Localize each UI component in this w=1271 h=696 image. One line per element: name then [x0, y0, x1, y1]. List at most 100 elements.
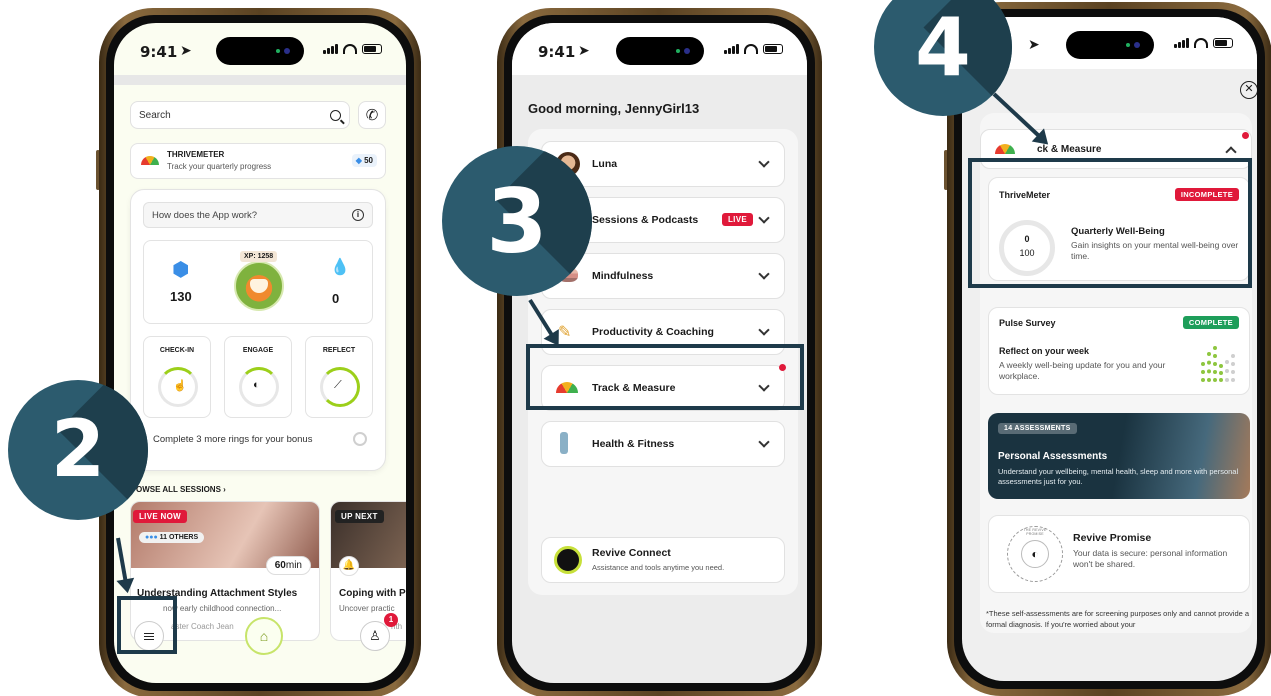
gem-icon: ⬢ — [172, 259, 190, 281]
search-input[interactable]: Search — [130, 101, 350, 129]
menu-item-label: Productivity & Coaching — [592, 326, 714, 338]
bottle-icon — [560, 432, 568, 454]
duration-pill: 60min — [265, 556, 311, 575]
close-icon[interactable]: ✕ — [1240, 81, 1257, 99]
revive-connect-button[interactable]: Revive Connect Assistance and tools anyt… — [541, 537, 785, 583]
menu-item-label: Mindfulness — [592, 270, 654, 282]
points-badge: ◆ 50 — [351, 154, 377, 167]
chevron-down-icon — [758, 156, 770, 168]
bonus-text: Complete 3 more rings for your bonus — [153, 434, 313, 445]
session-coach: aster Coach Jean — [171, 622, 234, 631]
status-bar: 9:41 ➤ — [114, 23, 406, 75]
pulse-chart-icon — [1201, 346, 1235, 382]
up-next-badge: UP NEXT — [335, 510, 384, 523]
pulse-survey-card[interactable]: Pulse Survey COMPLETE Reflect on your we… — [988, 307, 1250, 395]
gauge-icon — [995, 144, 1015, 154]
session-desc: Uncover practic — [339, 604, 395, 613]
card-title: Personal Assessments — [998, 451, 1108, 462]
points-value: 50 — [364, 156, 373, 165]
signal-icon — [1174, 38, 1189, 48]
call-button[interactable]: ✆ — [358, 101, 386, 129]
browse-label: OWSE ALL SESSIONS — [136, 485, 221, 494]
xp-card: ⬢ 130 XP: 1258 💧 0 — [143, 240, 373, 324]
assessments-count-badge: 14 ASSESSMENTS — [998, 423, 1077, 434]
battery-icon — [362, 44, 382, 54]
signal-icon — [724, 44, 739, 54]
card-desc: Your data is secure: personal informatio… — [1073, 548, 1228, 570]
menu-item-label: Luna — [592, 158, 618, 170]
gauge-icon — [141, 156, 159, 165]
ring-checkin[interactable]: CHECK-IN ☝ — [143, 336, 211, 418]
live-badge: LIVE — [722, 213, 753, 226]
chevron-down-icon — [758, 436, 770, 448]
thrivemeter-subtitle: Track your quarterly progress — [167, 162, 272, 171]
thrivemeter-title: THRIVEMETER — [167, 150, 225, 159]
wifi-icon — [744, 44, 758, 54]
menu-item-label: Health & Fitness — [592, 438, 675, 450]
highlight-menu-button — [117, 596, 177, 654]
others-count: 11 OTHERS — [159, 534, 199, 541]
menu-item-label: Sessions & Podcasts — [592, 214, 699, 226]
signal-icon — [323, 44, 338, 54]
battery-icon — [763, 44, 783, 54]
chevron-right-icon: › — [223, 485, 226, 494]
step-number: 2 — [50, 405, 106, 495]
location-icon: ➤ — [180, 42, 192, 58]
profile-button[interactable]: ♙ — [360, 621, 390, 651]
complete-badge: COMPLETE — [1182, 316, 1239, 329]
profile-icon: ♙ — [369, 628, 381, 643]
phone-icon: ✆ — [365, 107, 379, 124]
revive-promise-card[interactable]: ◐ THE REVIVE PROMISE Revive Promise Your… — [988, 515, 1250, 593]
search-icon — [330, 109, 345, 125]
phone-frame-track: ➤ ✕ ck & Measure ThriveMeter INCOMPLETE — [947, 2, 1271, 696]
home-icon: ⌂ — [259, 628, 269, 644]
ring-reflect[interactable]: REFLECT ⟋ — [305, 336, 373, 418]
home-button[interactable]: ⌂ — [245, 617, 283, 655]
bell-icon[interactable]: 🔔 — [339, 556, 359, 576]
step-number: 3 — [486, 169, 548, 273]
personal-assessments-card[interactable]: 14 ASSESSMENTS Personal Assessments Unde… — [988, 413, 1250, 499]
xp-label: XP: 1258 — [240, 251, 278, 262]
status-time: 9:41 — [140, 43, 178, 61]
wifi-icon — [343, 44, 357, 54]
duration-unit: min — [285, 560, 302, 571]
divider — [114, 75, 406, 85]
status-bar: 9:41 ➤ — [512, 23, 807, 75]
chevron-down-icon — [758, 268, 770, 280]
card-desc: A weekly well-being update for you and y… — [999, 360, 1166, 382]
card-desc: Understand your wellbeing, mental health… — [998, 467, 1239, 487]
thrivemeter-card[interactable]: THRIVEMETER Track your quarterly progres… — [130, 143, 386, 179]
faq-label: How does the App work? — [152, 209, 258, 221]
card-title: Pulse Survey — [999, 318, 1056, 328]
fox-icon — [250, 279, 268, 293]
ring-engage[interactable]: ENGAGE ◐ — [224, 336, 292, 418]
gem-icon: ◆ — [355, 156, 362, 165]
brain-icon: ◐ — [253, 379, 260, 391]
ring-label: REFLECT — [322, 347, 356, 354]
progress-panel: How does the App work? i ⬢ 130 XP: 1258 … — [130, 189, 386, 471]
gems-count: 130 — [170, 289, 192, 304]
step-badge-2: 2 — [8, 380, 148, 520]
connect-title: Revive Connect — [592, 547, 671, 559]
avatar — [234, 261, 284, 311]
card-title: Revive Promise — [1073, 532, 1152, 544]
location-icon: ➤ — [1028, 36, 1040, 52]
menu-item-health[interactable]: Health & Fitness — [541, 421, 785, 467]
highlight-thrivemeter — [968, 158, 1252, 288]
card-heading: Reflect on your week — [999, 346, 1090, 356]
search-placeholder: Search — [139, 109, 171, 121]
drops-count: 0 — [332, 291, 340, 306]
status-icons — [1174, 38, 1233, 48]
notification-badge: 1 — [384, 613, 398, 627]
browse-sessions-link[interactable]: OWSE ALL SESSIONS › — [136, 485, 226, 494]
shield-icon: ◐ — [1021, 540, 1049, 568]
ring-label: CHECK-IN — [159, 347, 195, 354]
faq-button[interactable]: How does the App work? i — [143, 202, 373, 228]
notification-dot — [1242, 132, 1249, 139]
chevron-down-icon — [758, 324, 770, 336]
status-icons — [724, 44, 783, 54]
status-time: 9:41 — [538, 43, 576, 61]
dynamic-island — [216, 37, 304, 65]
chevron-up-icon — [1225, 146, 1237, 158]
hand-icon: ☝ — [173, 380, 187, 392]
